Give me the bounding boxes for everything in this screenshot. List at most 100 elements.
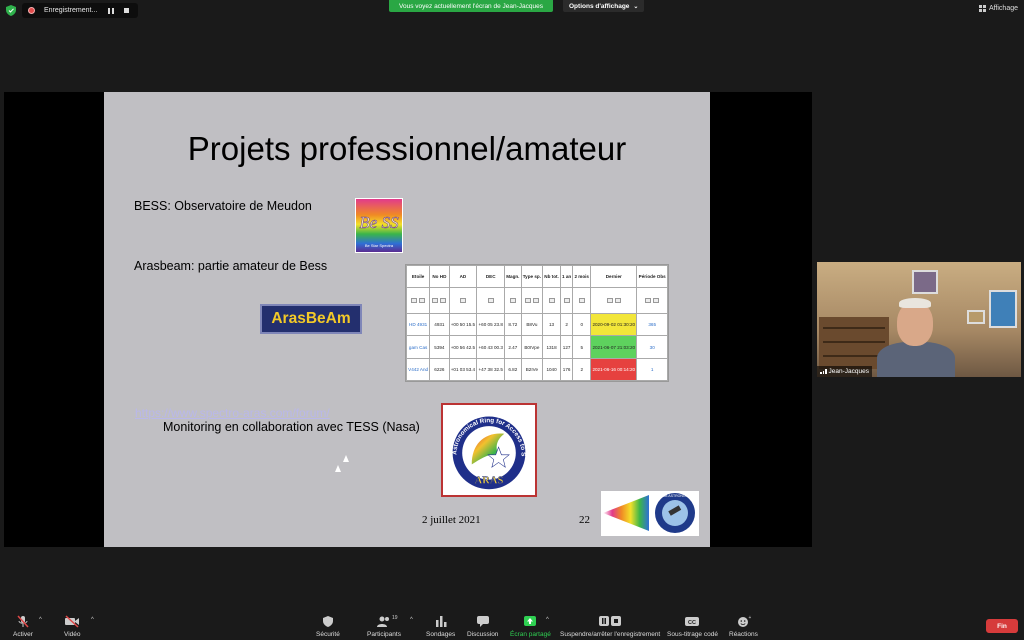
pause-recording-icon[interactable] <box>105 6 117 16</box>
display-label: Affichage <box>988 5 1018 12</box>
share-options-chevron-icon[interactable]: ^ <box>546 617 549 623</box>
cell-last: 2020-09-02 01:30:20 <box>590 313 638 337</box>
monitoring-description: Monitoring en collaboration avec TESS (N… <box>163 420 420 434</box>
club-astronomy-logo: CLUB ASTRONOMIE <box>601 491 699 536</box>
share-screen-label: Écran partagé <box>510 631 551 638</box>
col-header: 1 an <box>559 264 574 289</box>
participant-head <box>897 302 933 346</box>
mouse-cursor-icon <box>335 465 341 472</box>
bess-logo-subtitle: Be Star Spectra <box>364 243 394 248</box>
view-options-button[interactable]: Options d'affichage ⌄ <box>563 0 645 12</box>
security-shield-icon <box>6 5 16 16</box>
cell-hd: 4931 <box>429 313 450 337</box>
closed-captions-label: Sous-titrage codé <box>667 631 718 638</box>
share-screen-icon <box>524 616 537 626</box>
cell-type: B8Vu <box>520 313 544 337</box>
cell-dec: +60 05 23.8 <box>476 313 506 337</box>
cell-year: 176 <box>559 357 574 382</box>
reactions-icon: + <box>738 615 752 627</box>
aras-forum-link[interactable]: https://www.spectro-aras.com/forum/ <box>135 406 330 420</box>
col-header: AD <box>448 264 478 289</box>
col-header: DEC <box>476 264 506 289</box>
col-header: 2 mois <box>572 264 592 289</box>
unmute-label: Activer <box>13 631 33 638</box>
table-header-row: Etoile No HD AD DEC Magn. Type sp. Nb to… <box>405 264 668 289</box>
col-header: No HD <box>429 264 450 289</box>
cell-last: 2021-06-16 00:14:20 <box>590 357 638 382</box>
cell-last: 2021-06-07 21:03:20 <box>590 335 638 359</box>
cell-total: 1318 <box>542 335 561 359</box>
col-header: Etoile <box>405 264 431 289</box>
display-layout-button[interactable]: Affichage <box>978 5 1018 12</box>
chevron-down-icon: ⌄ <box>633 3 639 10</box>
unmute-button[interactable]: Activer <box>13 615 33 638</box>
participants-count: 19 <box>392 615 398 621</box>
table-row: HD 4931 4931 +00 50 15.5 +60 05 23.8 8.7… <box>405 313 668 337</box>
cell-hd: 6226 <box>429 357 450 382</box>
meeting-toolbar: Activer ^ Vidéo ^ Sécurité Participants … <box>0 608 1024 640</box>
recording-indicator: Enregistrement... <box>22 3 138 18</box>
stop-recording-icon[interactable] <box>120 6 132 16</box>
video-button[interactable]: Vidéo <box>64 615 81 638</box>
participants-label: Participants <box>367 631 401 638</box>
cell-year: 2 <box>559 313 574 337</box>
table-row: V442 And 6226 +01 03 53.4 +47 38 32.5 6.… <box>405 357 668 382</box>
end-meeting-button[interactable]: Fin <box>986 619 1018 633</box>
slide-title: Projets professionnel/amateur <box>187 130 627 167</box>
video-label: Vidéo <box>64 631 81 638</box>
participant-name-tag: Jean-Jacques <box>817 366 872 377</box>
recording-label: Enregistrement... <box>44 7 98 14</box>
cell-ad: +00 56 42.5 <box>448 335 478 359</box>
aras-logo-name: ARAS <box>475 476 504 487</box>
viewing-screen-banner: Vous voyez actuellement l'écran de Jean-… <box>389 0 553 12</box>
reactions-button[interactable]: + Réactions <box>729 615 758 638</box>
chat-button[interactable]: Discussion <box>467 615 498 638</box>
closed-captions-button[interactable]: CC Sous-titrage codé <box>667 615 718 638</box>
polls-label: Sondages <box>426 631 456 638</box>
security-button[interactable]: Sécurité <box>316 615 340 638</box>
col-header: Dernier <box>590 264 638 289</box>
cell-mag: 6.82 <box>504 357 522 382</box>
cell-total: 13 <box>542 313 561 337</box>
audio-options-chevron-icon[interactable]: ^ <box>39 617 42 623</box>
bess-logo: Be SS Be Star Spectra <box>355 198 403 253</box>
participant-video-tile[interactable]: Jean-Jacques <box>817 262 1021 377</box>
svg-text:+: + <box>749 615 752 621</box>
cell-mag: 2.47 <box>504 335 522 359</box>
cell-mag: 8.72 <box>504 313 522 337</box>
star-link[interactable]: gam Cas <box>405 335 431 359</box>
cell-dec: +47 38 32.5 <box>476 357 506 382</box>
slide-date: 2 juillet 2021 <box>422 514 481 526</box>
pause-stop-recording-icon <box>599 616 622 626</box>
muted-mic-icon <box>17 615 29 628</box>
reactions-label: Réactions <box>729 631 758 638</box>
pause-recording-button[interactable]: Suspendre/arrêter l'enregistrement <box>560 615 660 638</box>
participants-options-chevron-icon[interactable]: ^ <box>410 617 413 623</box>
cell-months: 2 <box>572 357 592 382</box>
svg-text:CC: CC <box>688 620 696 626</box>
cell-months: 0 <box>572 313 592 337</box>
wall-picture <box>989 290 1017 328</box>
arasbeam-logo: ArasBeAm <box>260 304 362 334</box>
cell-type: B2IVe <box>520 357 544 382</box>
cell-ad: +00 50 15.5 <box>448 313 478 337</box>
cell-period: 1 <box>636 357 668 382</box>
bess-star-table: Etoile No HD AD DEC Magn. Type sp. Nb to… <box>405 264 669 382</box>
presentation-slide: Projets professionnel/amateur BESS: Obse… <box>104 92 710 547</box>
polls-button[interactable]: Sondages <box>426 615 455 638</box>
corner-logo-text: CLUB ASTRONOMIE <box>658 494 692 498</box>
bess-logo-text: Be SS <box>359 213 399 233</box>
video-options-chevron-icon[interactable]: ^ <box>91 617 94 623</box>
table-sort-row <box>405 287 668 315</box>
wall-picture <box>967 310 985 324</box>
cell-type: B0IVpe <box>520 335 544 359</box>
recording-dot-icon <box>28 7 35 14</box>
participant-name: Jean-Jacques <box>828 368 869 375</box>
mouse-cursor-icon <box>343 455 349 462</box>
share-screen-button[interactable]: Écran partagé <box>510 615 551 638</box>
col-header: Nb tot. <box>542 264 561 289</box>
cell-period: 30 <box>636 335 668 359</box>
chat-icon <box>476 616 489 627</box>
star-link[interactable]: HD 4931 <box>405 313 431 337</box>
star-link[interactable]: V442 And <box>405 357 431 382</box>
